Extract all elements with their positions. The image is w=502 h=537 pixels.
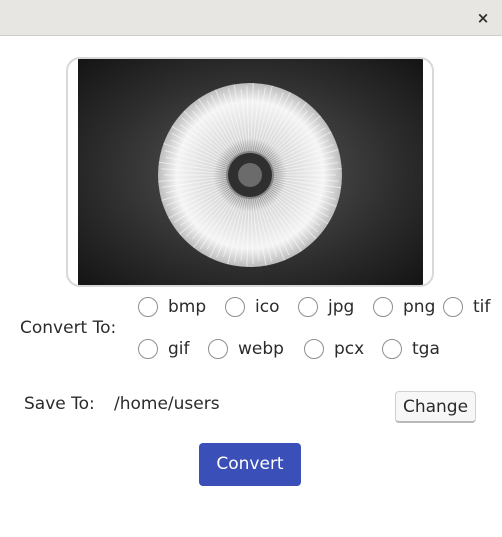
radio-label: tif: [473, 297, 491, 317]
radio-circle[interactable]: [304, 339, 324, 359]
radio-png[interactable]: png: [373, 297, 435, 317]
convert-to-label: Convert To:: [20, 318, 117, 338]
radio-webp[interactable]: webp: [208, 339, 284, 359]
radio-label: webp: [238, 339, 284, 359]
radio-gif[interactable]: gif: [138, 339, 190, 359]
radio-tga[interactable]: tga: [382, 339, 440, 359]
save-to-label: Save To:: [24, 394, 95, 414]
radio-circle[interactable]: [443, 297, 463, 317]
save-path-value: /home/users: [114, 394, 220, 414]
radio-tif[interactable]: tif: [443, 297, 490, 317]
radio-circle[interactable]: [208, 339, 228, 359]
radio-label: tga: [412, 339, 440, 359]
title-bar: ×: [0, 0, 502, 36]
radio-circle[interactable]: [382, 339, 402, 359]
radio-jpg[interactable]: jpg: [298, 297, 354, 317]
radio-circle[interactable]: [225, 297, 245, 317]
radio-pcx[interactable]: pcx: [304, 339, 364, 359]
close-icon: ×: [476, 9, 490, 27]
radio-circle[interactable]: [138, 297, 158, 317]
radio-label: bmp: [168, 297, 207, 317]
radio-label: ico: [255, 297, 280, 317]
radio-label: png: [403, 297, 436, 317]
close-button[interactable]: ×: [472, 7, 494, 29]
change-button[interactable]: Change: [395, 391, 476, 423]
radio-label: pcx: [334, 339, 365, 359]
radio-ico[interactable]: ico: [225, 297, 279, 317]
convert-button[interactable]: Convert: [199, 443, 301, 486]
radio-label: jpg: [328, 297, 355, 317]
radio-bmp[interactable]: bmp: [138, 297, 206, 317]
radio-circle[interactable]: [298, 297, 318, 317]
radio-circle[interactable]: [373, 297, 393, 317]
image-preview: [66, 57, 434, 287]
radio-circle[interactable]: [138, 339, 158, 359]
dandelion-image: [78, 59, 423, 285]
radio-label: gif: [168, 339, 190, 359]
